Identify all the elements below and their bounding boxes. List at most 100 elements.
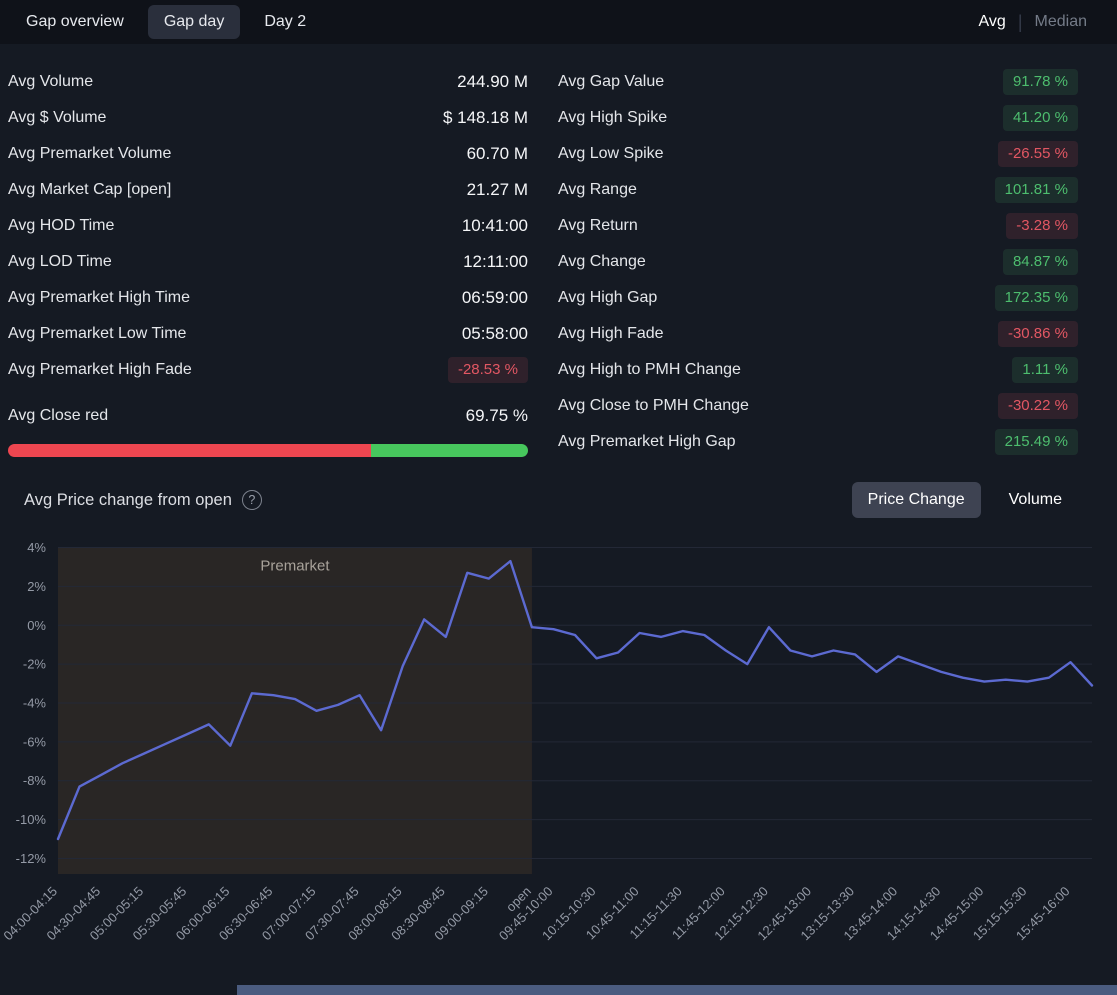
agg-option-median[interactable]: Median (1035, 13, 1087, 31)
stat-row-avg-hod-time: Avg HOD Time 10:41:00 (8, 208, 528, 244)
chart-header: Avg Price change from open ? Price Chang… (0, 460, 1117, 518)
stat-value: 91.78 % (1002, 68, 1078, 96)
scrollbar-thumb[interactable] (237, 985, 1117, 995)
stat-value: 84.87 % (1002, 248, 1078, 276)
stat-row-avg-market-cap-open: Avg Market Cap [open] 21.27 M (8, 172, 528, 208)
premarket-region (58, 547, 532, 874)
stat-label: Avg Change (558, 253, 646, 270)
y-axis-tick-label: -12% (16, 851, 47, 866)
stat-row-avg-high-fade: Avg High Fade -30.86 % (558, 316, 1078, 352)
y-axis-tick-label: 2% (27, 579, 46, 594)
y-axis-tick-label: 4% (27, 540, 46, 555)
chart-mode-price-change[interactable]: Price Change (851, 482, 981, 518)
stat-row-avg-premarket-low-time: Avg Premarket Low Time 05:58:00 (8, 316, 528, 352)
stat-value: 215.49 % (994, 428, 1078, 456)
stats-column-right: Avg Gap Value 91.78 % Avg High Spike 41.20 … (558, 64, 1078, 460)
stat-value: $ 148.18 M (442, 108, 528, 127)
bar-green-segment (370, 444, 528, 457)
stat-value: 69.75 % (465, 406, 528, 425)
top-navigation-bar: Gap overview Gap day Day 2 Avg | Median (0, 0, 1117, 44)
stat-row-avg-lod-time: Avg LOD Time 12:11:00 (8, 244, 528, 280)
y-axis-tick-label: -2% (23, 657, 47, 672)
stat-label: Avg Premarket High Time (8, 289, 190, 306)
stat-label: Avg Premarket High Gap (558, 433, 736, 450)
tab-gap-overview[interactable]: Gap overview (10, 5, 140, 39)
stat-value: 21.27 M (466, 180, 528, 199)
help-icon[interactable]: ? (241, 490, 262, 510)
stat-value: 1.11 % (1012, 356, 1078, 384)
stat-value: 41.20 % (1002, 104, 1078, 132)
stat-label: Avg High to PMH Change (558, 361, 741, 378)
stat-label: Avg HOD Time (8, 217, 115, 234)
stat-label: Avg Market Cap [open] (8, 181, 172, 198)
stat-label: Avg High Fade (558, 325, 664, 342)
stat-label: Avg Return (558, 217, 638, 234)
agg-option-avg[interactable]: Avg (979, 13, 1006, 31)
stats-panel: Avg Volume 244.90 M Avg $ Volume $ 148.18 M… (0, 44, 1117, 460)
stat-value: 12:11:00 (463, 252, 528, 271)
stat-row-avg-close-red: Avg Close red 69.75 % (8, 398, 528, 434)
stat-row-avg-premarket-high-fade: Avg Premarket High Fade -28.53 % (8, 352, 528, 388)
stat-label: Avg Premarket Low Time (8, 325, 187, 342)
stat-label: Avg Range (558, 181, 637, 198)
stats-column-left: Avg Volume 244.90 M Avg $ Volume $ 148.18 M… (8, 64, 528, 460)
stat-value: -30.22 % (997, 392, 1078, 420)
stat-value: 244.90 M (457, 72, 528, 91)
stat-row-avg-return: Avg Return -3.28 % (558, 208, 1078, 244)
toggle-separator: | (1017, 11, 1023, 32)
stat-value: 172.35 % (994, 284, 1078, 312)
stat-row-avg-close-to-pmh-change: Avg Close to PMH Change -30.22 % (558, 388, 1078, 424)
tab-gap-day[interactable]: Gap day (147, 5, 241, 39)
chart-section: Avg Price change from open ? Price Chang… (0, 460, 1117, 993)
chart-title-wrap: Avg Price change from open ? (24, 490, 262, 510)
stat-label: Avg Premarket Volume (8, 145, 172, 162)
stat-row-avg-premarket-volume: Avg Premarket Volume 60.70 M (8, 136, 528, 172)
y-axis-tick-label: 0% (27, 618, 46, 633)
horizontal-scrollbar (0, 985, 1117, 995)
stat-label: Avg $ Volume (8, 109, 107, 126)
stat-row-avg-high-gap: Avg High Gap 172.35 % (558, 280, 1078, 316)
chart-title: Avg Price change from open (24, 490, 232, 509)
stat-label: Avg Premarket High Fade (8, 361, 192, 378)
stat-row-avg-premarket-high-gap: Avg Premarket High Gap 215.49 % (558, 424, 1078, 460)
stat-value: 06:59:00 (461, 288, 528, 307)
premarket-label: Premarket (260, 558, 330, 575)
stat-value: 60.70 M (466, 144, 528, 163)
stat-value: 10:41:00 (461, 216, 528, 235)
price-change-chart: 4% 2% 0% -2% -4% -6% -8% -10% -12% Premarket 04:00… (0, 522, 1117, 993)
stat-row-avg-premarket-high-time: Avg Premarket High Time 06:59:00 (8, 280, 528, 316)
stat-value: -26.55 % (997, 140, 1078, 168)
stat-row-avg-high-spike: Avg High Spike 41.20 % (558, 100, 1078, 136)
stat-label: Avg High Spike (558, 109, 668, 126)
stat-row-avg-high-to-pmh-change: Avg High to PMH Change 1.11 % (558, 352, 1078, 388)
avg-median-toggle: Avg | Median (979, 12, 1087, 33)
stat-value: -30.86 % (997, 320, 1078, 348)
stat-label: Avg Close to PMH Change (558, 397, 749, 414)
stat-label: Avg High Gap (558, 289, 658, 306)
close-red-progress-bar (8, 444, 528, 457)
stat-value: 101.81 % (994, 176, 1078, 204)
stat-row-avg-change: Avg Change 84.87 % (558, 244, 1078, 280)
stat-value: -28.53 % (447, 356, 528, 384)
view-tabs: Gap overview Gap day Day 2 (10, 5, 322, 39)
chart-mode-volume[interactable]: Volume (993, 482, 1078, 518)
stat-row-avg-gap-value: Avg Gap Value 91.78 % (558, 64, 1078, 100)
stat-label: Avg Volume (8, 73, 94, 90)
stat-row-avg-low-spike: Avg Low Spike -26.55 % (558, 136, 1078, 172)
stat-row-avg-volume: Avg $ Volume $ 148.18 M (8, 100, 528, 136)
stat-label: Avg Gap Value (558, 73, 665, 90)
y-axis-tick-label: -4% (23, 696, 47, 711)
y-axis-tick-label: -8% (23, 773, 47, 788)
tab-day-2[interactable]: Day 2 (248, 5, 322, 39)
y-axis-tick-label: -6% (23, 734, 47, 749)
stat-label: Avg Close red (8, 407, 109, 424)
stat-label: Avg LOD Time (8, 253, 112, 270)
stat-row-avg-volume: Avg Volume 244.90 M (8, 64, 528, 100)
bar-red-segment (8, 444, 371, 457)
chart-mode-buttons: Price Change Volume (851, 482, 1078, 518)
price-change-line-chart: 4%2%0%-2%-4%-6%-8%-10%-12%Premarket04:00… (0, 540, 1094, 943)
stat-value: -3.28 % (1006, 212, 1078, 240)
stat-value: 05:58:00 (461, 324, 528, 343)
y-axis-tick-label: -10% (16, 812, 47, 827)
stat-row-avg-range: Avg Range 101.81 % (558, 172, 1078, 208)
